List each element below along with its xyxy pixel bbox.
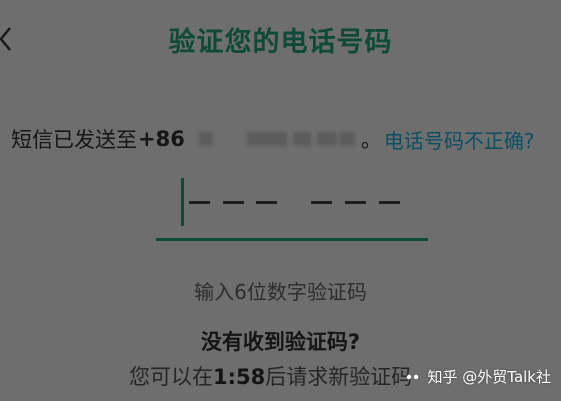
- digit-slot-1: [189, 201, 210, 204]
- watermark-logo-icon: [406, 374, 418, 379]
- no-code-heading: 没有收到验证码?: [200, 330, 361, 354]
- input-underline: [156, 238, 428, 241]
- country-code: +86: [138, 127, 185, 151]
- page-title: 验证您的电话号码: [168, 27, 393, 58]
- sentence-separator: 。: [360, 128, 382, 152]
- digit-slot-4: [311, 201, 332, 204]
- resend-suffix: 后请求新验证码: [265, 365, 413, 389]
- verification-code-input[interactable]: [156, 170, 428, 242]
- digit-slot-3: [256, 201, 277, 204]
- digit-slot-2: [223, 201, 244, 204]
- masked-phone-number: [198, 129, 357, 149]
- sms-sent-message: 短信已发送至 +86 。 电话号码不正确?: [11, 124, 534, 154]
- text-cursor: [181, 178, 184, 226]
- digit-slot-5: [345, 201, 366, 204]
- watermark-text: 知乎 @外贸Talk社: [427, 368, 552, 386]
- watermark: 知乎 @外贸Talk社: [406, 366, 552, 387]
- resend-prefix: 您可以在: [129, 365, 213, 389]
- digit-slot-6: [379, 201, 400, 204]
- sms-sent-label: 短信已发送至: [11, 128, 137, 152]
- verification-screen: 验证您的电话号码 短信已发送至 +86 。 电话号码不正确? 输入6位数字验证码…: [0, 0, 561, 401]
- resend-timer: 1:58: [213, 365, 266, 389]
- wrong-number-link[interactable]: 电话号码不正确?: [384, 125, 535, 154]
- code-input-hint: 输入6位数字验证码: [194, 280, 367, 304]
- resend-countdown: 您可以在1:58后请求新验证码: [129, 361, 412, 391]
